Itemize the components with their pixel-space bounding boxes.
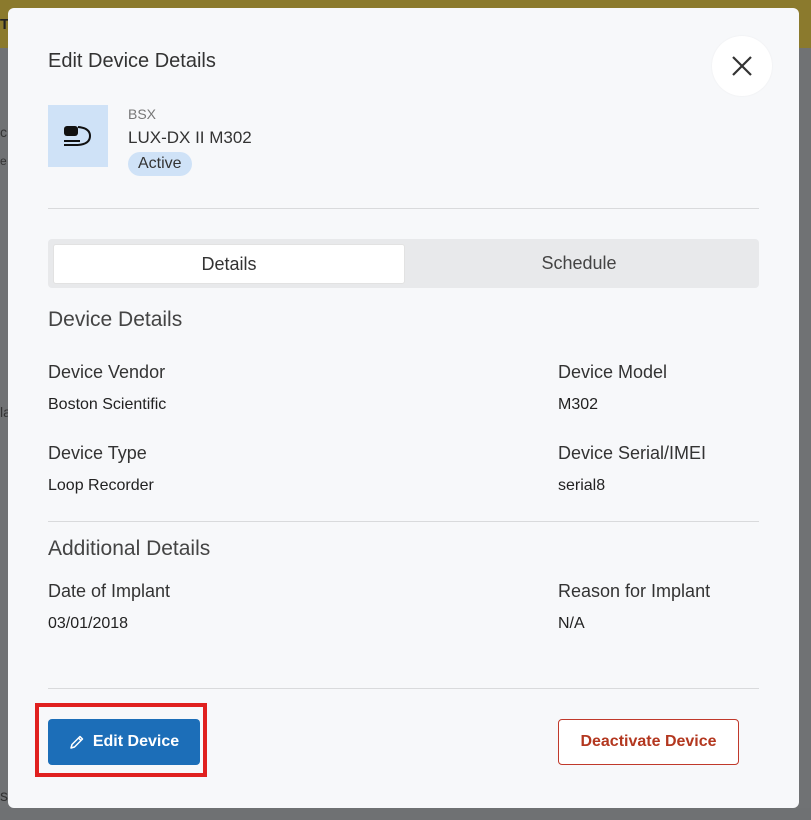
edit-device-button[interactable]: Edit Device xyxy=(48,719,200,765)
implant-reason-value: N/A xyxy=(558,615,585,632)
divider xyxy=(48,521,759,522)
divider xyxy=(48,688,759,689)
device-name: LUX-DX II M302 xyxy=(128,128,252,147)
device-model-label: Device Model xyxy=(558,362,668,382)
background-text-fragment: c xyxy=(0,124,7,140)
edit-device-label: Edit Device xyxy=(92,733,180,750)
status-badge: Active xyxy=(128,152,192,176)
device-vendor-label: Device Vendor xyxy=(48,362,166,382)
device-serial-value: serial8 xyxy=(558,477,606,494)
close-icon xyxy=(732,56,752,76)
device-thumbnail xyxy=(48,105,108,167)
device-serial-label: Device Serial/IMEI xyxy=(558,443,707,463)
device-vendor-value: Boston Scientific xyxy=(48,396,167,413)
device-details-heading: Device Details xyxy=(48,308,183,331)
tab-bar: Details Schedule xyxy=(48,239,759,288)
device-type-label: Device Type xyxy=(48,443,147,463)
background-text-fragment: e xyxy=(0,154,7,168)
divider xyxy=(48,208,759,209)
deactivate-device-button[interactable]: Deactivate Device xyxy=(558,719,739,765)
implant-reason-label: Reason for Implant xyxy=(558,581,711,601)
implant-date-label: Date of Implant xyxy=(48,581,171,601)
tab-details[interactable]: Details xyxy=(53,244,405,284)
device-type-value: Loop Recorder xyxy=(48,477,154,494)
implant-date-value: 03/01/2018 xyxy=(48,615,129,632)
close-button[interactable] xyxy=(712,36,772,96)
device-model-value: M302 xyxy=(558,396,599,413)
additional-details-heading: Additional Details xyxy=(48,537,211,560)
pencil-icon xyxy=(69,734,85,750)
tab-schedule[interactable]: Schedule xyxy=(404,244,754,282)
device-vendor-code: BSX xyxy=(128,106,157,122)
background-text-fragment: s xyxy=(0,788,8,805)
bottom-strip xyxy=(0,808,811,820)
modal-title: Edit Device Details xyxy=(48,50,216,72)
loop-recorder-icon xyxy=(64,126,92,146)
edit-device-modal: Edit Device Details BSX LUX-DX II M302 A… xyxy=(8,8,799,808)
